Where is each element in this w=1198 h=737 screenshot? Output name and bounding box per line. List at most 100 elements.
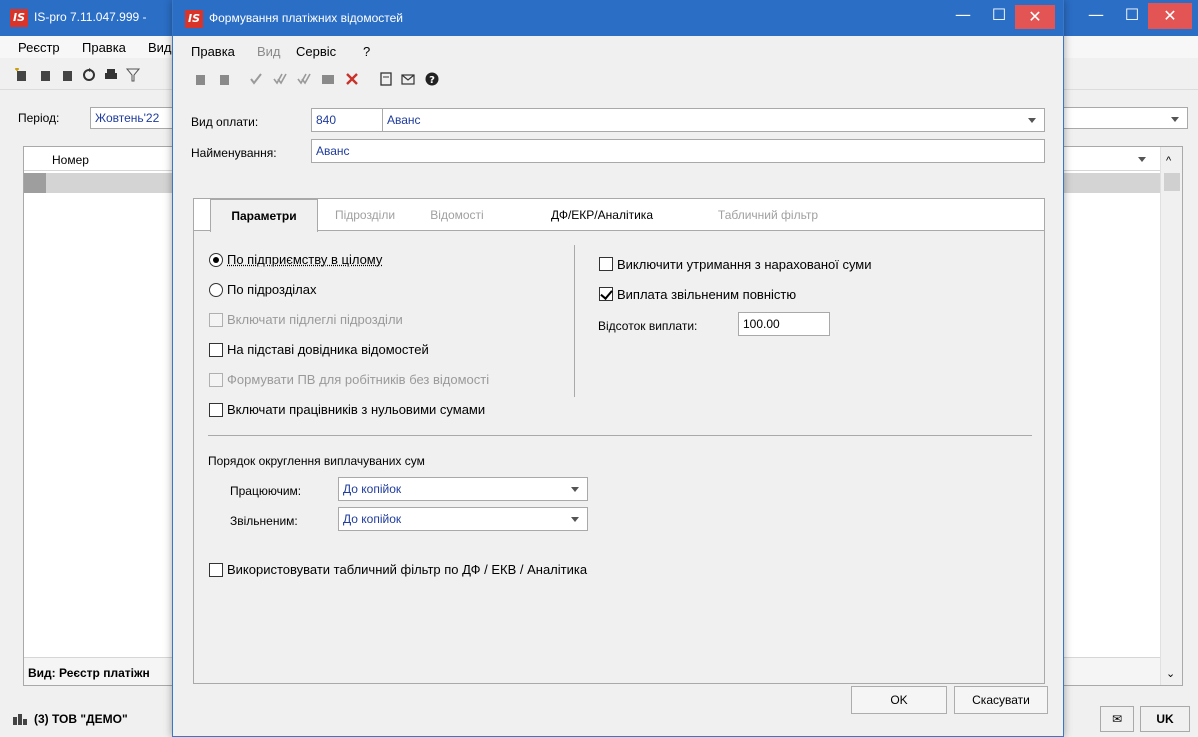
mail-icon[interactable]: ✉ (1100, 706, 1134, 732)
uncheck-all-icon[interactable] (297, 72, 311, 86)
pay-dismissed-checkbox[interactable] (599, 287, 613, 301)
svg-text:?: ? (429, 75, 435, 86)
tab-df-ekr-analytics[interactable]: ДФ/ЕКР/Аналітика (534, 199, 670, 231)
include-zero-checkbox[interactable] (209, 403, 223, 417)
rounding-title: Порядок округлення виплачуваних сум (208, 454, 425, 468)
exclude-deductions-label: Виключити утримання з нарахованої суми (617, 257, 872, 272)
working-rounding-value: До копійок (343, 482, 402, 496)
column-divider (574, 245, 575, 397)
main-minimize-button[interactable]: — (1076, 0, 1116, 30)
pay-type-code-field[interactable]: 840 (311, 108, 383, 132)
main-maximize-button[interactable]: ☐ (1112, 0, 1152, 30)
scroll-up-icon[interactable]: ^ (1166, 155, 1171, 167)
working-label: Працюючим: (230, 484, 302, 498)
main-window-title: IS-pro 7.11.047.999 - (34, 10, 147, 24)
dismissed-label: Звільненим: (230, 514, 298, 528)
menu-edit[interactable]: Правка (82, 40, 126, 55)
period-value: Жовтень'22 (95, 111, 160, 125)
period-label: Період: (18, 111, 60, 125)
form-icon[interactable] (379, 72, 393, 86)
app-logo-icon: IS (10, 9, 28, 27)
filter-icon[interactable] (126, 68, 140, 82)
based-on-directory-checkbox[interactable] (209, 343, 223, 357)
dialog-maximize-button[interactable]: ☐ (979, 0, 1019, 30)
dialog-minimize-button[interactable]: — (943, 0, 983, 30)
dialog-menu-help[interactable]: ? (363, 44, 370, 59)
menu-registry[interactable]: Реєстр (18, 40, 60, 55)
cancel-button[interactable]: Скасувати (954, 686, 1048, 714)
dialog-menu-view[interactable]: Вид (257, 44, 281, 59)
working-rounding-select[interactable]: До копійок (338, 477, 588, 501)
check-all-icon[interactable] (273, 72, 287, 86)
main-close-button[interactable]: ✕ (1148, 3, 1192, 29)
column-dropdown-arrow-icon[interactable] (1138, 157, 1146, 162)
copy-doc-icon[interactable] (38, 68, 52, 82)
include-subdivisions-checkbox[interactable] (209, 313, 223, 327)
radio-enterprise-label: По підприємству в цілому (227, 252, 383, 267)
tab-divisions[interactable]: Підрозділи (326, 199, 404, 231)
dialog-menubar: Правка Вид Сервіс ? (173, 36, 1063, 64)
use-table-filter-checkbox[interactable] (209, 563, 223, 577)
use-table-filter-label: Використовувати табличний фільтр по ДФ /… (227, 562, 588, 577)
tab-statements[interactable]: Відомості (416, 199, 498, 231)
tab-strip: Параметри Підрозділи Відомості ДФ/ЕКР/Ан… (194, 199, 1044, 232)
check-icon[interactable] (249, 72, 263, 86)
dismissed-rounding-value: До копійок (343, 512, 402, 526)
delete-icon[interactable] (345, 72, 359, 86)
dialog-menu-edit[interactable]: Правка (191, 44, 235, 59)
grid-vertical-scrollbar[interactable]: ^ ⌄ (1160, 147, 1182, 685)
scroll-down-icon[interactable]: ⌄ (1166, 667, 1175, 680)
period-dropdown-arrow-icon[interactable] (1171, 117, 1179, 122)
radio-divisions-label: По підрозділах (227, 282, 317, 297)
pay-type-dropdown-arrow-icon[interactable] (1028, 118, 1036, 123)
column-header-number[interactable]: Номер (52, 153, 89, 167)
pay-type-label: Вид оплати: (191, 115, 259, 129)
dialog-logo-icon: IS (185, 10, 203, 28)
grid-footer-text: Вид: Реєстр платіжн (28, 666, 150, 680)
form-pv-workers-label: Формувати ПВ для робітників без відомост… (227, 372, 490, 387)
edit-doc-icon[interactable] (60, 68, 74, 82)
dialog-menu-service[interactable]: Сервіс (296, 44, 336, 59)
create-icon[interactable] (193, 72, 207, 86)
new-doc-icon[interactable] (14, 68, 28, 82)
percent-field[interactable]: 100.00 (738, 312, 830, 336)
refresh-icon[interactable] (82, 68, 96, 82)
print-icon[interactable] (104, 68, 118, 82)
exclude-deductions-checkbox[interactable] (599, 257, 613, 271)
radio-enterprise[interactable] (209, 253, 223, 267)
include-subdivisions-label: Включати підлеглі підрозділи (227, 312, 403, 327)
dialog-close-button[interactable]: ✕ (1015, 5, 1055, 29)
pay-type-name: Аванс (387, 113, 421, 127)
tabs-panel: Параметри Підрозділи Відомості ДФ/ЕКР/Ан… (193, 198, 1045, 684)
naming-field[interactable]: Аванс (311, 139, 1045, 163)
copy-icon[interactable] (217, 72, 231, 86)
payment-statements-dialog: IS Формування платіжних відомостей — ☐ ✕… (172, 0, 1064, 737)
envelope-icon[interactable] (401, 72, 415, 86)
naming-label: Найменування: (191, 146, 277, 160)
working-dropdown-arrow-icon[interactable] (571, 487, 579, 492)
dialog-titlebar: IS Формування платіжних відомостей — ☐ ✕ (173, 0, 1063, 36)
language-indicator[interactable]: UK (1140, 706, 1190, 732)
block-icon[interactable] (321, 72, 335, 86)
menu-view[interactable]: Вид (148, 40, 172, 55)
dialog-toolbar: ? (173, 64, 1063, 94)
scroll-thumb[interactable] (1164, 173, 1180, 191)
radio-divisions[interactable] (209, 283, 223, 297)
form-pv-workers-checkbox[interactable] (209, 373, 223, 387)
tab-table-filter[interactable]: Табличний фільтр (698, 199, 838, 231)
company-name: (3) ТОВ "ДЕМО" (34, 712, 128, 726)
dismissed-dropdown-arrow-icon[interactable] (571, 517, 579, 522)
section-divider (208, 435, 1032, 436)
help-icon[interactable]: ? (425, 72, 439, 86)
based-on-directory-label: На підставі довідника відомостей (227, 342, 429, 357)
dialog-title: Формування платіжних відомостей (209, 11, 403, 25)
tab-parameters[interactable]: Параметри (210, 199, 318, 232)
pay-dismissed-label: Виплата звільненим повністю (617, 287, 797, 302)
row-marker (24, 173, 46, 193)
percent-label: Відсоток виплати: (598, 319, 698, 333)
building-icon (13, 714, 27, 725)
ok-button[interactable]: OK (851, 686, 947, 714)
pay-type-select[interactable]: Аванс (382, 108, 1045, 132)
dismissed-rounding-select[interactable]: До копійок (338, 507, 588, 531)
include-zero-label: Включати працівників з нульовими сумами (227, 402, 486, 417)
